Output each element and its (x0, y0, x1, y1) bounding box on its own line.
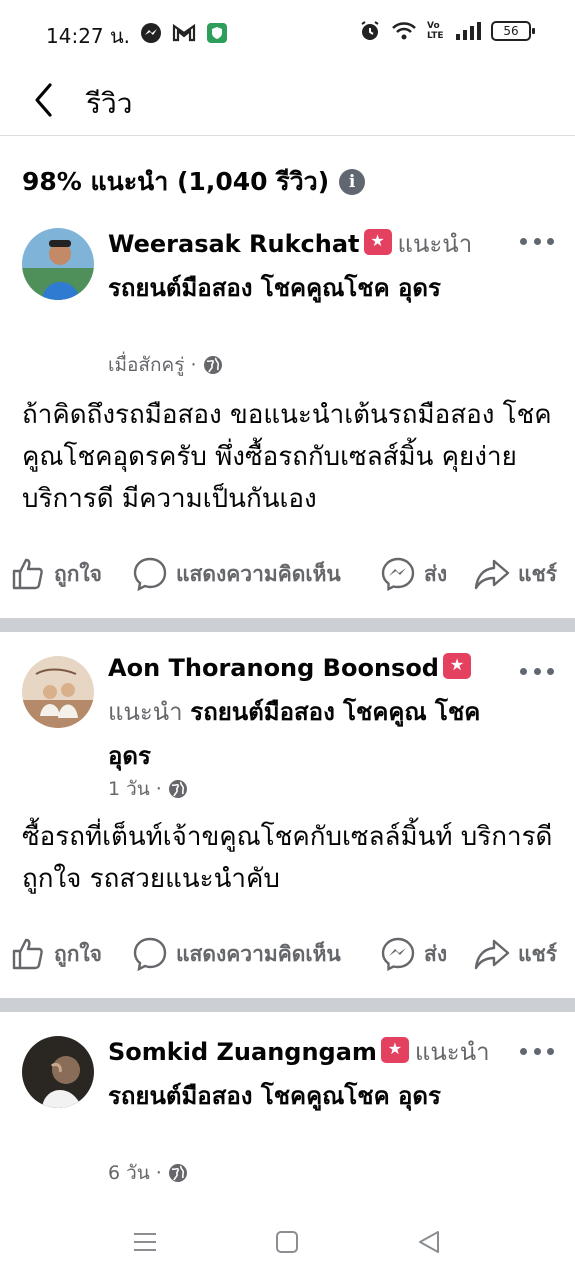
system-back-button[interactable] (413, 1226, 445, 1258)
avatar[interactable] (22, 228, 94, 300)
square-icon (276, 1231, 298, 1253)
globe-icon (168, 780, 187, 798)
status-bar: 14:27 น. Vo LTE 56 (0, 0, 575, 66)
system-navigation-bar (0, 1200, 575, 1280)
more-options-button[interactable] (517, 226, 557, 256)
home-button[interactable] (271, 1226, 303, 1258)
menu-lines-icon (134, 1233, 156, 1251)
recommend-badge-icon (380, 1037, 409, 1063)
signal-icon (456, 22, 481, 40)
recent-apps-button[interactable] (129, 1226, 161, 1258)
comment-icon (133, 557, 167, 592)
recommend-badge-icon (363, 229, 392, 255)
rating-summary: 98% แนะนำ (1,040 รีวิว) i (22, 160, 553, 204)
battery-indicator: 56 (491, 21, 535, 41)
top-bar: รีวิว (0, 66, 575, 136)
summary-text: 98% แนะนำ (1,040 รีวิว) (22, 167, 330, 196)
share-button[interactable]: แชร์ (474, 556, 557, 592)
review-time[interactable]: 1 วัน (108, 774, 150, 804)
share-icon (474, 559, 510, 590)
author-name[interactable]: Aon Thoranong Boonsod (108, 654, 439, 682)
review-card: Somkid Zuangngam แนะนำ รถยนต์มือสอง โชคคู… (0, 1022, 575, 1202)
review-text: ซื้อรถที่เต็นท์เจ้าขคูณโชคกับเซลล์มิ้นท์… (22, 822, 553, 894)
section-divider (0, 998, 575, 1012)
review-card: Weerasak Rukchat แนะนำ รถยนต์มือสอง โชคคู… (0, 222, 575, 622)
like-icon (12, 558, 43, 590)
info-icon[interactable]: i (339, 169, 366, 195)
author-name[interactable]: Somkid Zuangngam (108, 1038, 377, 1066)
page-link[interactable]: รถยนต์มือสอง โชคคูณโชค อุดร (108, 1082, 441, 1110)
review-time[interactable]: เมื่อสักครู่ (108, 350, 184, 380)
share-icon (474, 939, 510, 970)
wifi-icon (392, 22, 416, 40)
shield-notification-icon (207, 23, 227, 43)
page-link[interactable]: รถยนต์มือสอง โชคคูณโชค อุดร (108, 274, 441, 302)
section-divider (0, 618, 575, 632)
author-name[interactable]: Weerasak Rukchat (108, 230, 360, 258)
more-options-button[interactable] (517, 656, 557, 686)
share-button[interactable]: แชร์ (474, 936, 557, 972)
comment-button[interactable]: แสดงความคิดเห็น (132, 556, 341, 592)
recommend-label: แนะนำ (397, 230, 473, 258)
like-icon (12, 938, 43, 970)
avatar[interactable] (22, 656, 94, 728)
messenger-notification-icon (141, 23, 161, 43)
comment-button[interactable]: แสดงความคิดเห็น (132, 936, 341, 972)
messenger-icon (381, 937, 415, 971)
review-text: ถ้าคิดถึงรถมือสอง ขอแนะนำเต้นรถมือสอง โช… (22, 400, 552, 514)
like-button[interactable]: ถูกใจ (10, 936, 102, 972)
action-bar: ถูกใจ แสดงความคิดเห็น ส่ง แชร์ (0, 924, 575, 984)
back-button[interactable] (22, 78, 66, 122)
volte-icon: Vo LTE (427, 21, 444, 41)
messenger-icon (381, 557, 415, 591)
page-title: รีวิว (86, 87, 133, 120)
back-arrow-icon (35, 83, 52, 117)
globe-icon (168, 1164, 187, 1182)
alarm-icon (361, 21, 379, 40)
gmail-notification-icon (172, 23, 196, 42)
recommend-badge-icon (442, 653, 471, 679)
recommend-label: แนะนำ (414, 1038, 490, 1066)
send-button[interactable]: ส่ง (380, 936, 447, 972)
review-time[interactable]: 6 วัน (108, 1158, 150, 1188)
globe-icon (203, 356, 222, 374)
avatar[interactable] (22, 1036, 94, 1108)
triangle-back-icon (419, 1231, 439, 1253)
recommend-label: แนะนำ (108, 698, 183, 726)
more-options-button[interactable] (517, 1036, 557, 1066)
send-button[interactable]: ส่ง (380, 556, 447, 592)
review-card: Aon Thoranong Boonsod แนะนำ รถยนต์มือสอง… (0, 642, 575, 1002)
action-bar: ถูกใจ แสดงความคิดเห็น ส่ง แชร์ (0, 544, 575, 604)
status-time: 14:27 น. (46, 24, 131, 48)
like-button[interactable]: ถูกใจ (10, 556, 102, 592)
comment-icon (133, 937, 167, 972)
